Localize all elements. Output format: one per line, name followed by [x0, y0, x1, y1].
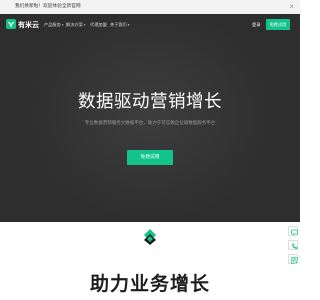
section-header: 助力业务增长 — [0, 268, 300, 300]
phone-icon — [291, 242, 298, 249]
side-qrcode-button[interactable] — [288, 254, 298, 264]
nav-item-products[interactable]: 产品服务▾ — [44, 22, 64, 28]
top-nav: 有米云 产品服务▾ 解决方案▾ 代理加盟 关于我们▾ 登录 免费试用 — [0, 14, 300, 36]
free-trial-button-label: 免费试用 — [140, 155, 160, 160]
hero-section: 有米云 产品服务▾ 解决方案▾ 代理加盟 关于我们▾ 登录 免费试用 数据驱动营… — [0, 14, 300, 222]
nav-item-about[interactable]: 关于我们▾ — [110, 22, 130, 28]
signup-button[interactable]: 免费试用 — [266, 19, 290, 30]
side-phone-button[interactable] — [288, 240, 298, 250]
hero-subtitle: 专业数据营销服务大数据平台，助力于可信赖企业级数据服务平台 — [84, 120, 216, 125]
login-link[interactable]: 登录 — [252, 22, 260, 28]
logo-text: 有米云 — [18, 22, 39, 29]
nav-item-agency[interactable]: 代理加盟 — [90, 22, 107, 28]
announcement-bar: 我们焕新啦！欢迎体验全新官网 × — [0, 0, 300, 14]
section-title: 助力业务增长 — [89, 274, 210, 295]
nav-item-label: 解决方案 — [66, 22, 83, 27]
logo-icon — [6, 19, 16, 29]
chevron-down-icon: ▾ — [61, 23, 64, 27]
nav-item-label: 关于我们 — [110, 22, 127, 27]
chat-icon — [290, 229, 298, 235]
qrcode-icon — [290, 256, 298, 264]
nav-item-label: 产品服务 — [44, 22, 61, 27]
diamond-logo-icon — [144, 229, 156, 245]
announcement-text[interactable]: 我们焕新啦！欢迎体验全新官网 — [15, 3, 81, 9]
signup-button-label: 免费试用 — [269, 22, 287, 27]
side-chat-button[interactable] — [288, 226, 298, 236]
hero-title: 数据驱动营销增长 — [78, 91, 222, 111]
chevron-down-icon: ▾ — [127, 23, 130, 27]
close-icon[interactable]: × — [289, 2, 294, 11]
free-trial-button[interactable]: 免费试用 — [127, 150, 173, 165]
nav-item-solutions[interactable]: 解决方案▾ — [66, 22, 86, 28]
nav-item-label: 代理加盟 — [90, 22, 107, 27]
chevron-down-icon: ▾ — [83, 23, 86, 27]
